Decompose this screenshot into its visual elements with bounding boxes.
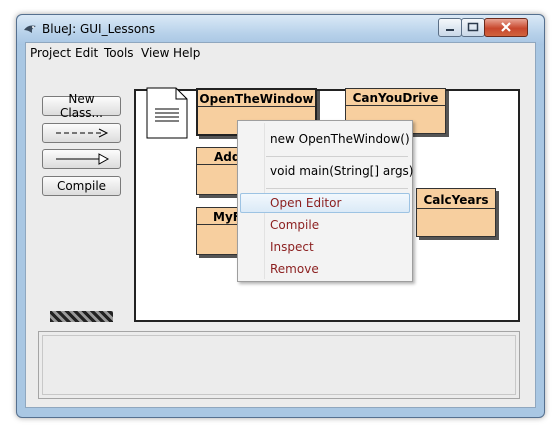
menu-separator xyxy=(266,156,408,157)
class-name: CanYouDrive xyxy=(352,91,439,105)
progress-machine-icon xyxy=(50,311,113,322)
menu-project[interactable]: Project xyxy=(30,46,71,60)
menu-view[interactable]: View xyxy=(141,46,169,60)
bluej-bird-icon xyxy=(24,25,36,33)
class-divider xyxy=(346,105,445,106)
maximize-button[interactable] xyxy=(461,18,485,37)
readme-note-icon[interactable] xyxy=(146,87,188,139)
maximize-icon xyxy=(467,22,479,32)
minimize-icon xyxy=(446,29,454,31)
title-bar[interactable]: BlueJ: GUI_Lessons xyxy=(17,15,544,45)
menu-edit[interactable]: Edit xyxy=(75,46,98,60)
class-name: CalcYears xyxy=(423,193,489,207)
class-name: OpenTheWindow xyxy=(199,92,314,106)
dashed-arrow-icon xyxy=(55,128,108,138)
menu-bar: Project Edit Tools View Help xyxy=(26,43,535,63)
minimize-button[interactable] xyxy=(438,18,462,37)
inherits-arrow-button[interactable] xyxy=(42,149,121,169)
class-calc-years[interactable]: CalcYears xyxy=(416,188,496,237)
menu-item-new-object[interactable]: new OpenTheWindow() xyxy=(270,132,410,146)
class-context-menu: new OpenTheWindow() void main(String[] a… xyxy=(237,120,414,282)
menu-tools[interactable]: Tools xyxy=(104,46,134,60)
menu-item-main-method[interactable]: void main(String[] args) xyxy=(270,164,414,178)
class-divider xyxy=(198,106,315,107)
menu-separator xyxy=(266,188,408,189)
close-icon xyxy=(501,22,511,32)
class-divider xyxy=(417,208,495,209)
new-class-button[interactable]: New Class... xyxy=(42,92,121,120)
menu-help[interactable]: Help xyxy=(173,46,200,60)
output-inner-panel xyxy=(42,335,516,395)
menu-item-remove[interactable]: Remove xyxy=(270,262,319,276)
uses-arrow-button[interactable] xyxy=(42,123,121,143)
menu-item-compile[interactable]: Compile xyxy=(270,218,319,232)
menu-item-inspect[interactable]: Inspect xyxy=(270,240,314,254)
compile-button[interactable]: Compile xyxy=(42,176,121,196)
window-title: BlueJ: GUI_Lessons xyxy=(42,22,156,36)
inheritance-arrow-icon xyxy=(55,153,109,165)
close-button[interactable] xyxy=(484,18,528,37)
terminal-output-area[interactable] xyxy=(38,331,520,399)
menu-item-open-editor[interactable]: Open Editor xyxy=(270,196,341,210)
